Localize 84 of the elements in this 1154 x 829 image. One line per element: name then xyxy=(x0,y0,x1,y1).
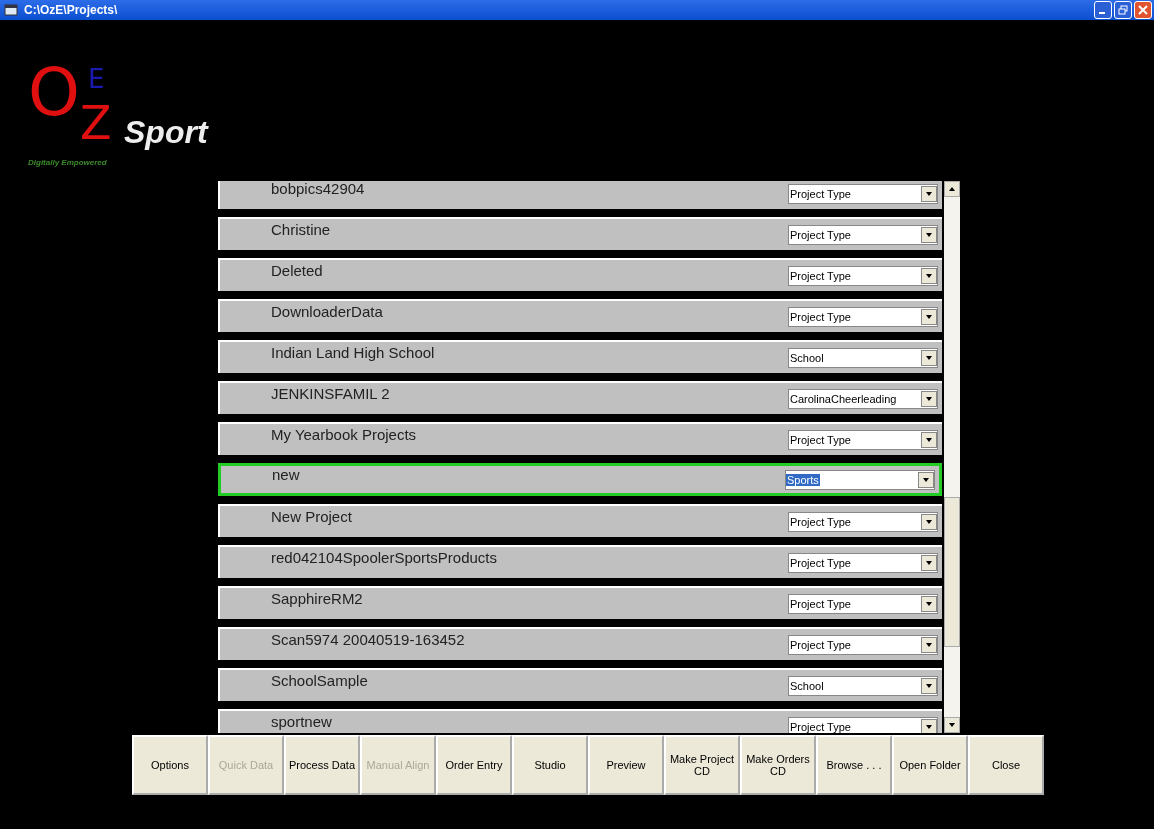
project-row[interactable]: bobpics42904 Project Type xyxy=(218,181,942,209)
project-name: Christine xyxy=(271,221,332,238)
logo-tagline: Digitally Empowered xyxy=(28,158,107,167)
scroll-up-icon[interactable] xyxy=(944,181,960,197)
minimize-icon xyxy=(1098,12,1105,14)
toolbar-button[interactable]: Make Orders CD xyxy=(740,735,816,795)
dropdown-value: Project Type xyxy=(789,187,852,200)
project-name: Deleted xyxy=(271,262,324,279)
project-type-dropdown[interactable]: Sports xyxy=(785,469,935,490)
dropdown-value: School xyxy=(789,679,825,692)
project-name: Scan5974 20040519-163452 xyxy=(271,631,466,648)
project-row[interactable]: red042104SpoolerSportsProducts Project Type xyxy=(218,545,942,578)
project-name: Indian Land High School xyxy=(271,344,436,361)
project-row[interactable]: Indian Land High School School xyxy=(218,340,942,373)
project-type-dropdown[interactable]: Project Type xyxy=(788,511,938,532)
project-row[interactable]: JENKINSFAMIL 2 CarolinaCheerleading xyxy=(218,381,942,414)
project-name: new xyxy=(272,466,301,483)
toolbar-button[interactable]: Options xyxy=(132,735,208,795)
project-row[interactable]: New Project Project Type xyxy=(218,504,942,537)
toolbar-button[interactable]: Open Folder xyxy=(892,735,968,795)
restore-button[interactable] xyxy=(1114,1,1132,19)
logo-letter: O xyxy=(28,60,80,126)
dropdown-value: School xyxy=(789,351,825,364)
project-type-dropdown[interactable]: Project Type xyxy=(788,552,938,573)
project-type-dropdown[interactable]: School xyxy=(788,347,938,368)
project-row[interactable]: My Yearbook Projects Project Type xyxy=(218,422,942,455)
dropdown-value: Project Type xyxy=(789,597,852,610)
project-name: SchoolSample xyxy=(271,672,369,689)
project-name: SapphireRM2 xyxy=(271,590,364,607)
dropdown-value: Project Type xyxy=(789,433,852,446)
scroll-down-icon[interactable] xyxy=(944,717,960,733)
scroll-bar[interactable] xyxy=(944,181,960,733)
project-type-dropdown[interactable]: Project Type xyxy=(788,593,938,614)
logo-letter: E xyxy=(88,66,105,92)
project-name: red042104SpoolerSportsProducts xyxy=(271,549,498,566)
project-name: JENKINSFAMIL 2 xyxy=(271,385,391,402)
project-type-dropdown[interactable]: Project Type xyxy=(788,265,938,286)
project-row[interactable]: DownloaderData Project Type xyxy=(218,299,942,332)
restore-icon xyxy=(1118,5,1128,15)
project-name: My Yearbook Projects xyxy=(271,426,418,443)
dropdown-arrow-icon xyxy=(921,718,937,733)
project-type-dropdown[interactable]: CarolinaCheerleading xyxy=(788,388,938,409)
dropdown-value: Project Type xyxy=(789,515,852,528)
project-name: New Project xyxy=(271,508,353,525)
toolbar-button[interactable]: Process Data xyxy=(284,735,360,795)
project-row[interactable]: sportnew Project Type xyxy=(218,709,942,733)
dropdown-value: CarolinaCheerleading xyxy=(789,392,898,405)
scroll-thumb[interactable] xyxy=(944,497,960,647)
toolbar-button[interactable]: Order Entry xyxy=(436,735,512,795)
project-type-dropdown[interactable]: Project Type xyxy=(788,306,938,327)
project-row[interactable]: Deleted Project Type xyxy=(218,258,942,291)
project-type-dropdown[interactable]: Project Type xyxy=(788,634,938,655)
project-row[interactable]: new Sports xyxy=(218,463,942,496)
project-row[interactable]: Scan5974 20040519-163452 Project Type xyxy=(218,627,942,660)
toolbar-button[interactable]: Make Project CD xyxy=(664,735,740,795)
close-icon xyxy=(1138,5,1148,15)
project-row[interactable]: SchoolSample School xyxy=(218,668,942,701)
logo-letter: Z xyxy=(80,100,112,146)
toolbar-button[interactable]: Preview xyxy=(588,735,664,795)
dropdown-value: Project Type xyxy=(789,310,852,323)
dropdown-value: Project Type xyxy=(789,638,852,651)
toolbar-button[interactable]: Studio xyxy=(512,735,588,795)
project-name: DownloaderData xyxy=(271,303,384,320)
toolbar-button[interactable]: Browse . . . xyxy=(816,735,892,795)
logo-word: Sport xyxy=(124,116,208,148)
dropdown-value: Project Type xyxy=(789,228,852,241)
window-title: C:\OzE\Projects\ xyxy=(24,3,118,17)
project-type-dropdown[interactable]: Project Type xyxy=(788,716,938,733)
project-type-dropdown[interactable]: Project Type xyxy=(788,429,938,450)
window-icon xyxy=(4,4,18,16)
dropdown-value: Project Type xyxy=(789,269,852,282)
project-name: sportnew xyxy=(271,713,333,730)
project-type-dropdown[interactable]: Project Type xyxy=(788,224,938,245)
project-row[interactable]: SapphireRM2 Project Type xyxy=(218,586,942,619)
dropdown-value: Sports xyxy=(786,473,820,486)
project-type-dropdown[interactable]: Project Type xyxy=(788,183,938,204)
project-name: bobpics42904 xyxy=(271,181,366,197)
project-row[interactable]: Christine Project Type xyxy=(218,217,942,250)
dropdown-value: Project Type xyxy=(789,556,852,569)
dropdown-value: Project Type xyxy=(789,720,852,733)
minimize-button[interactable] xyxy=(1094,1,1112,19)
project-type-dropdown[interactable]: School xyxy=(788,675,938,696)
toolbar-button[interactable]: Close xyxy=(968,735,1044,795)
close-button[interactable] xyxy=(1134,1,1152,19)
